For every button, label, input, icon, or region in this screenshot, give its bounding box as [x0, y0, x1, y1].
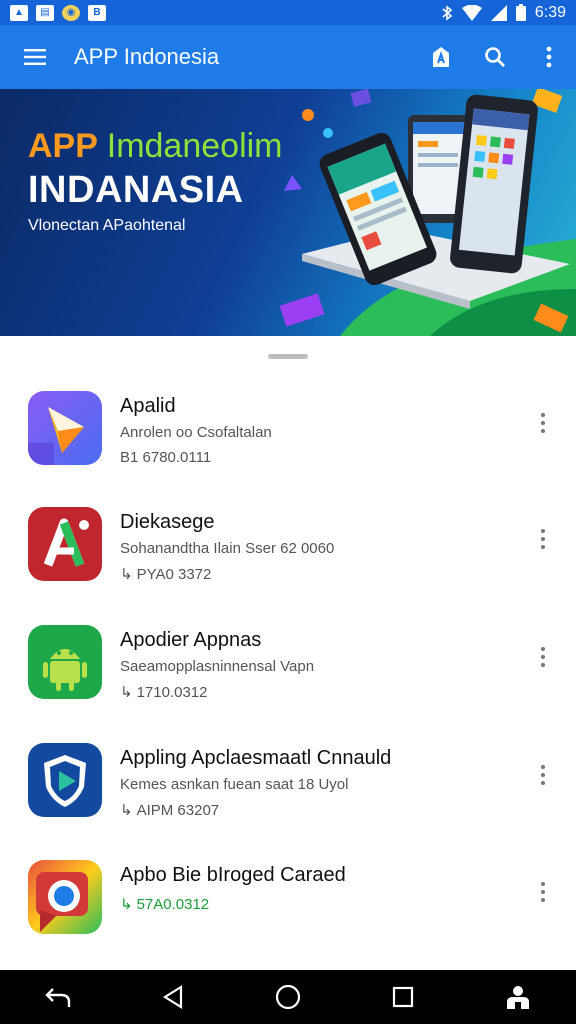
android-icon [28, 625, 102, 699]
recents-icon [393, 986, 414, 1008]
app-description: Anrolen oo Csofaltalan [120, 424, 272, 441]
bold-b-icon: B [88, 4, 106, 21]
bluetooth-icon [442, 4, 453, 21]
more-vert-icon [546, 46, 552, 68]
triangle-back-button[interactable] [143, 970, 203, 1024]
shield-play-icon [28, 743, 102, 817]
back-icon [44, 988, 70, 1007]
drag-handle[interactable] [268, 354, 308, 359]
triangle-back-icon [162, 985, 182, 1009]
app-name: Apbo Bie bIroged Caraed [120, 864, 346, 886]
app-meta: ↳ 57A0.0312 [120, 895, 346, 914]
banner-title: INDANASIA [28, 169, 244, 211]
app-meta: ↳ PYA0 3372 [120, 565, 334, 584]
more-options-button[interactable] [532, 409, 554, 437]
app-meta: ↳ 1710.0312 [120, 683, 314, 702]
browser-ring-icon [28, 860, 102, 934]
battery-icon [515, 4, 526, 21]
app-description: Saeamopplasninnensal Vapn [120, 658, 315, 675]
app-meta: ↳ AIPM 63207 [120, 801, 391, 820]
app-title: APP Indonesia [74, 44, 220, 69]
app-meta-text: PYA0 3372 [136, 565, 212, 583]
status-bar: ▲ ▤ ◉ B 6:39 [0, 0, 576, 25]
banner-heading-sub: Imdaneolim [106, 127, 283, 165]
banner-tagline: Vlonectan APaohtenal [28, 217, 186, 234]
account-button[interactable] [488, 970, 548, 1024]
app-bar: APP Indonesia [0, 25, 576, 89]
download-arrow-icon: ↳ [120, 896, 133, 913]
search-button[interactable] [468, 25, 522, 89]
app-name: Appling Apclaesmaatl Cnnauld [120, 747, 392, 769]
app-meta-text: AIPM 63207 [136, 801, 220, 819]
download-arrow-icon: ↳ [120, 566, 133, 583]
more-options-button[interactable] [532, 525, 554, 553]
menu-icon [24, 49, 46, 65]
chart-icon: ▤ [36, 4, 54, 21]
app-meta: B1 6780.0111 [120, 449, 272, 466]
store-button[interactable] [414, 25, 468, 89]
overflow-menu-button[interactable] [522, 25, 576, 89]
settings-icon: ◉ [62, 4, 80, 21]
promo-banner[interactable]: APP Imdaneolim INDANASIA Vlonectan APaoh… [0, 89, 576, 336]
status-time: 6:39 [534, 3, 566, 21]
list-item[interactable]: Apodier Appnas Saeamopplasninnensal Vapn… [0, 625, 576, 735]
signal-icon [490, 4, 507, 21]
play-triangle-icon [28, 391, 102, 465]
account-icon [507, 986, 530, 1009]
home-button[interactable] [258, 970, 318, 1024]
app-meta-text: B1 6780.0111 [120, 449, 212, 466]
app-name: Diekasege [120, 511, 215, 533]
list-item[interactable]: Apalid Anrolen oo Csofaltalan B1 6780.01… [0, 391, 576, 501]
devices-illustration [280, 89, 576, 336]
back-button[interactable] [28, 970, 88, 1024]
download-arrow-icon: ↳ [120, 684, 133, 701]
store-icon [433, 47, 449, 67]
menu-button[interactable] [0, 25, 70, 89]
app-name: Apodier Appnas [120, 629, 262, 651]
more-options-button[interactable] [532, 878, 554, 906]
list-item[interactable]: Apbo Bie bIroged Caraed ↳ 57A0.0312 [0, 860, 576, 970]
list-item[interactable]: Diekasege Sohanandtha Ilain Sser 62 0060… [0, 507, 576, 617]
app-meta-text: 1710.0312 [136, 683, 208, 701]
letter-a-icon [28, 507, 102, 581]
notification-icon: ▲ [10, 4, 28, 21]
download-arrow-icon: ↳ [120, 802, 133, 819]
more-options-button[interactable] [532, 643, 554, 671]
wifi-icon [461, 4, 482, 21]
home-icon [275, 984, 301, 1010]
app-list-sheet: Apalid Anrolen oo Csofaltalan B1 6780.01… [0, 336, 576, 970]
app-meta-text: 57A0.0312 [136, 895, 210, 913]
banner-heading: APP Imdaneolim [28, 127, 283, 166]
app-description: Kemes asnkan fuean saat 18 Uyol [120, 776, 349, 793]
search-icon [485, 47, 505, 67]
more-options-button[interactable] [532, 761, 554, 789]
app-name: Apalid [120, 395, 176, 417]
recents-button[interactable] [373, 970, 433, 1024]
app-description: Sohanandtha Ilain Sser 62 0060 [120, 540, 335, 557]
banner-heading-app: APP [28, 127, 98, 165]
navigation-bar [0, 970, 576, 1024]
list-item[interactable]: Appling Apclaesmaatl Cnnauld Kemes asnka… [0, 743, 576, 853]
